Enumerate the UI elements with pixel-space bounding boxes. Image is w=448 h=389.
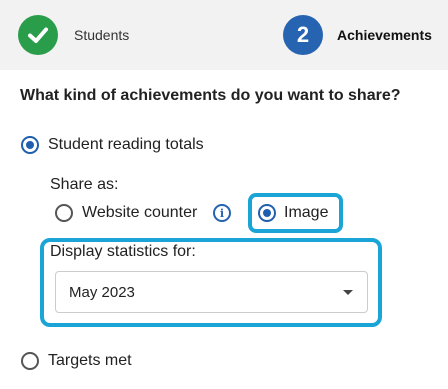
select-value: May 2023 xyxy=(69,284,135,301)
step-complete-badge xyxy=(18,15,58,55)
share-as-label: Share as: xyxy=(50,176,119,193)
website-counter-label[interactable]: Website counter xyxy=(82,204,197,222)
progress-stepper: Students 2 Achievements xyxy=(0,0,448,70)
image-radio[interactable] xyxy=(258,204,276,222)
targets-met-label[interactable]: Targets met xyxy=(48,352,132,370)
image-label[interactable]: Image xyxy=(284,204,328,222)
display-statistics-label: Display statistics for: xyxy=(50,243,196,260)
chevron-down-icon xyxy=(343,290,353,295)
step-students-label: Students xyxy=(74,27,130,43)
step-achievements-label: Achievements xyxy=(337,27,432,43)
info-icon[interactable]: i xyxy=(213,204,231,222)
step-number-badge: 2 xyxy=(283,15,323,55)
reading-totals-radio[interactable] xyxy=(21,136,39,154)
achievements-question: What kind of achievements do you want to… xyxy=(20,87,401,104)
reading-totals-label[interactable]: Student reading totals xyxy=(48,136,204,154)
website-counter-radio[interactable] xyxy=(55,204,73,222)
checkmark-icon xyxy=(28,27,48,43)
targets-met-radio[interactable] xyxy=(21,352,39,370)
display-statistics-select[interactable]: May 2023 xyxy=(55,271,368,313)
